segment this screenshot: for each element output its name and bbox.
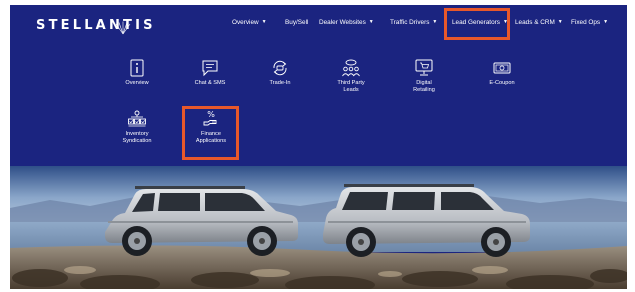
chevron-down-icon: ▼ (603, 19, 609, 25)
coupon-icon (493, 62, 511, 74)
chevron-down-icon: ▼ (368, 19, 374, 25)
nav-item-traffic-drivers[interactable]: Traffic Drivers ▼ (390, 19, 437, 26)
menu-item-label: E-Coupon (489, 80, 515, 86)
nav-item-buy-sell[interactable]: Buy/Sell (285, 19, 308, 26)
nav-item-leads-crm[interactable]: Leads & CRM ▼ (515, 19, 563, 26)
menu-item-inventory-syndication[interactable]: Inventory Syndication (107, 110, 167, 144)
nav-item-overview[interactable]: Overview ▼ (232, 19, 267, 26)
hero-suv-photo (10, 166, 627, 289)
lead-generators-dropdown: Overview Chat & SMS Trade-In Third Party… (10, 41, 627, 166)
chevron-down-icon: ▼ (432, 19, 438, 25)
page-frame: STELLANTIS Overview ▼ Buy/Sell Dealer Web… (10, 5, 627, 289)
nav-item-lead-generators[interactable]: Lead Generators ▼ (452, 19, 508, 26)
menu-item-digital-retailing[interactable]: Digital Retailing (394, 59, 454, 93)
menu-item-label: Trade-In (269, 80, 291, 86)
nav-item-dealer-websites[interactable]: Dealer Websites ▼ (319, 19, 374, 26)
nav-item-fixed-ops[interactable]: Fixed Ops ▼ (571, 19, 608, 26)
menu-item-overview[interactable]: Overview (107, 59, 167, 87)
info-icon (130, 59, 144, 77)
inventory-syndication-icon (128, 110, 146, 127)
svg-text:%: % (207, 110, 215, 119)
main-nav: Overview ▼ Buy/Sell Dealer Websites ▼ Traf… (10, 5, 627, 41)
menu-item-label: Third Party Leads (337, 80, 365, 93)
digital-retailing-icon (415, 59, 433, 76)
menu-item-trade-in[interactable]: Trade-In (250, 59, 310, 87)
menu-item-label: Inventory Syndication (122, 131, 152, 144)
chat-icon (202, 60, 218, 77)
menu-item-label: Digital Retailing (413, 80, 435, 93)
menu-item-chat-sms[interactable]: Chat & SMS (180, 59, 240, 87)
finance-applications-icon: % (203, 110, 217, 126)
trade-in-icon (273, 60, 287, 76)
hero-image (10, 166, 627, 289)
menu-item-label: Overview (125, 80, 149, 86)
menu-item-e-coupon[interactable]: E-Coupon (472, 59, 532, 87)
chevron-down-icon: ▼ (502, 19, 508, 25)
chevron-down-icon: ▼ (261, 19, 267, 25)
menu-item-label: Finance Applications (195, 131, 227, 144)
top-navigation-bar: STELLANTIS Overview ▼ Buy/Sell Dealer Web… (10, 5, 627, 41)
menu-item-label: Chat & SMS (194, 80, 226, 86)
menu-item-finance-applications[interactable]: % Finance Applications (181, 110, 241, 144)
third-party-leads-icon (342, 59, 360, 77)
chevron-down-icon: ▼ (557, 19, 563, 25)
menu-item-third-party-leads[interactable]: Third Party Leads (321, 59, 381, 93)
